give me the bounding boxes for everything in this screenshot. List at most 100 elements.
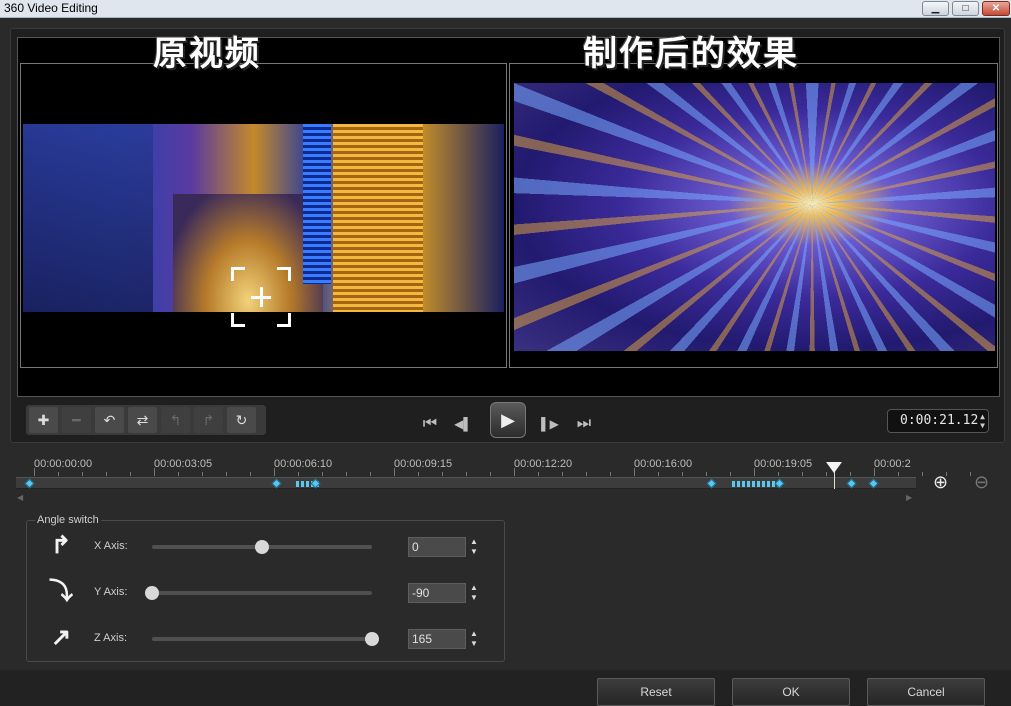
timeline-tick <box>418 472 419 476</box>
step-back-button[interactable]: ◀▌ <box>451 413 475 435</box>
title-bar: 360 Video Editing ▁ □ ✕ <box>0 0 1011 18</box>
zoom-out-icon[interactable]: ⊖ <box>974 472 989 493</box>
reset-keyframe-icon[interactable]: ↻ <box>227 407 256 433</box>
dialog-footer <box>0 670 1011 706</box>
reset-button[interactable]: Reset <box>597 678 715 706</box>
timeline-tick <box>706 472 707 476</box>
keyframe-cluster[interactable] <box>732 481 778 487</box>
axis-value-spinner[interactable]: ▲ ▼ <box>467 629 481 649</box>
timeline-tick <box>34 468 35 476</box>
keyframe-marker[interactable] <box>24 478 35 489</box>
light-streaks <box>514 83 995 351</box>
building-gold <box>333 124 423 312</box>
timeline-tick <box>730 472 731 476</box>
axis-value-input[interactable]: 165 <box>408 629 466 649</box>
timeline-tick <box>754 468 755 476</box>
x-axis-rotate-icon: ↱ <box>50 532 72 559</box>
timeline-tick <box>82 472 83 476</box>
cancel-button[interactable]: Cancel <box>867 678 985 706</box>
timeline-tick <box>586 472 587 476</box>
building-blue <box>303 124 331 284</box>
timeline-tick-label: 00:00:19:05 <box>754 458 813 470</box>
timeline-tick <box>850 472 851 476</box>
window-title: 360 Video Editing <box>4 1 98 15</box>
timeline-tick <box>490 472 491 476</box>
maximize-button[interactable]: □ <box>952 1 979 16</box>
timeline-tick <box>130 472 131 476</box>
next-keyframe-icon[interactable]: ↱ <box>194 407 223 433</box>
z-axis-rotate-icon: ↗ <box>50 624 72 651</box>
timeline-tick <box>226 472 227 476</box>
axis-value-input[interactable]: 0 <box>408 537 466 557</box>
result-video-frame <box>514 83 995 351</box>
timeline-tick <box>802 472 803 476</box>
rotate-keyframe-icon[interactable]: ↶ <box>95 407 124 433</box>
timeline-tick <box>274 468 275 476</box>
preview-stage: 原视频 制作后的效果 ✚ ━ ↶ ⇄ ↰ ↱ ↻ ⏮ ◀▌ ▶ ▌▶ ⏭ 0:00:21.1… <box>10 28 1005 443</box>
result-video-pane <box>509 63 998 368</box>
result-caption: 制作后的效果 <box>583 34 799 74</box>
go-to-start-button[interactable]: ⏮ <box>418 413 442 435</box>
preview-area: 原视频 制作后的效果 <box>17 34 1000 397</box>
timeline-tick <box>250 472 251 476</box>
playhead-handle[interactable] <box>826 462 842 473</box>
timeline-tick <box>202 472 203 476</box>
timeline-tick <box>682 472 683 476</box>
ok-button[interactable]: OK <box>732 678 850 706</box>
keyframe-marker[interactable] <box>868 478 879 489</box>
swap-keyframes-icon[interactable]: ⇄ <box>128 407 157 433</box>
timeline-tick-label: 00:00:16:00 <box>634 458 693 470</box>
axis-slider[interactable] <box>152 632 379 646</box>
minimize-button[interactable]: ▁ <box>922 1 949 16</box>
go-to-end-button[interactable]: ⏭ <box>572 413 596 435</box>
timeline-tick-label: 00:00:00:00 <box>34 458 93 470</box>
axis-slider[interactable] <box>145 586 372 600</box>
timeline-tick <box>346 472 347 476</box>
timeline-scroll-right-icon[interactable]: ▶ <box>906 493 912 502</box>
y-axis-rotate-icon: ⤵ <box>49 578 73 605</box>
timeline-tick <box>466 472 467 476</box>
timeline-tick-label: 00:00:03:05 <box>154 458 213 470</box>
keyframe-marker[interactable] <box>706 478 717 489</box>
keyframe-track[interactable] <box>16 477 916 489</box>
zoom-in-icon[interactable]: ⊕ <box>933 472 948 493</box>
axis-slider-knob[interactable] <box>365 632 379 646</box>
view-center-crosshair-icon[interactable] <box>231 267 291 327</box>
add-keyframe-icon[interactable]: ✚ <box>29 407 58 433</box>
previous-keyframe-icon[interactable]: ↰ <box>161 407 190 433</box>
timeline-tick <box>874 468 875 476</box>
timecode-value: 0:00:21.12 <box>900 413 979 428</box>
angle-switch-title: Angle switch <box>35 514 101 526</box>
axis-value-spinner[interactable]: ▲ ▼ <box>467 583 481 603</box>
close-button[interactable]: ✕ <box>982 1 1010 16</box>
timeline-ruler[interactable]: 00:00:00:00 00:00:03:05 00:00:06:10 00:00:0… <box>16 455 971 477</box>
axis-slider[interactable] <box>152 540 372 554</box>
keyframe-marker[interactable] <box>271 478 282 489</box>
play-button[interactable]: ▶ <box>490 402 526 438</box>
timeline-tick <box>298 472 299 476</box>
axis-label: Z Axis: <box>94 632 128 644</box>
timeline-tick <box>58 472 59 476</box>
timeline-tick <box>106 472 107 476</box>
timeline-tick <box>154 468 155 476</box>
axis-value-spinner[interactable]: ▲ ▼ <box>467 537 481 557</box>
axis-value-input[interactable]: -90 <box>408 583 466 603</box>
keyframe-marker[interactable] <box>846 478 857 489</box>
axis-slider-knob[interactable] <box>145 586 159 600</box>
timeline-tick-label: 00:00:09:15 <box>394 458 453 470</box>
timeline-scroll-left-icon[interactable]: ◀ <box>17 493 23 502</box>
axis-slider-knob[interactable] <box>255 540 269 554</box>
timeline-tick-label: 00:00:12:20 <box>514 458 573 470</box>
timeline-tick-label: 00:00:06:10 <box>274 458 333 470</box>
keyframe-toolbar: ✚ ━ ↶ ⇄ ↰ ↱ ↻ <box>26 405 266 435</box>
axis-label: Y Axis: <box>94 586 128 598</box>
timecode-field[interactable]: 0:00:21.12 ▲ ▼ <box>887 409 989 433</box>
step-forward-button[interactable]: ▌▶ <box>538 413 562 435</box>
remove-keyframe-icon[interactable]: ━ <box>62 407 91 433</box>
timeline-tick <box>442 472 443 476</box>
timeline-tick <box>562 472 563 476</box>
timeline-tick <box>658 472 659 476</box>
timeline-tick <box>610 472 611 476</box>
timeline-tick <box>634 468 635 476</box>
timecode-spinner[interactable]: ▲ ▼ <box>980 412 985 430</box>
